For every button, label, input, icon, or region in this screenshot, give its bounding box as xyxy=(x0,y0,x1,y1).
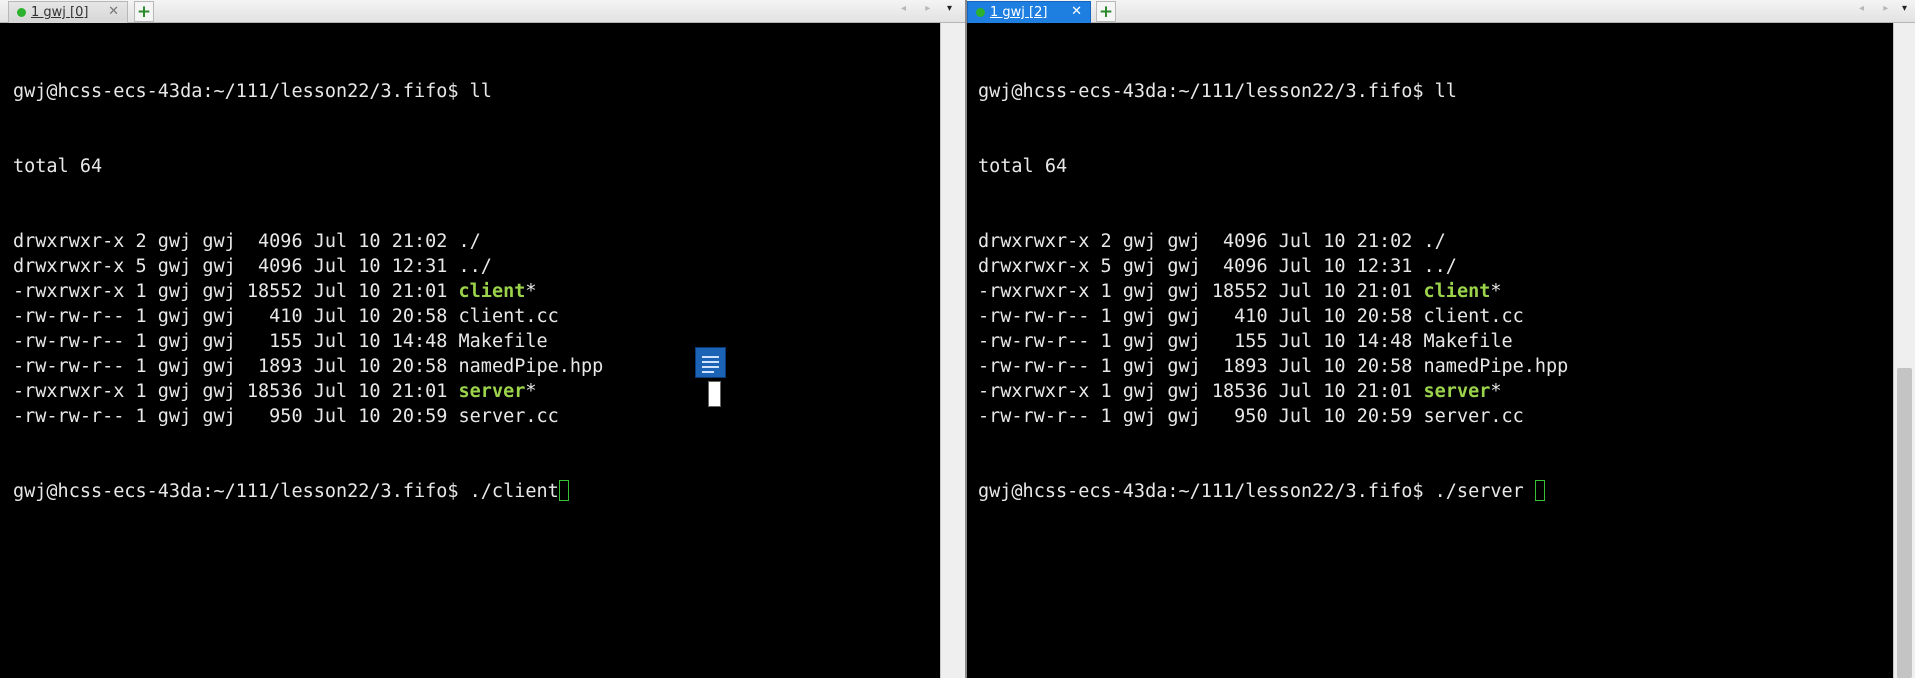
add-tab-button[interactable]: + xyxy=(1096,1,1116,22)
listing-row: -rw-rw-r-- 1 gwj gwj 950 Jul 10 20:59 se… xyxy=(13,404,940,429)
close-icon[interactable]: ✕ xyxy=(108,4,119,19)
right-tab-bar: 1 gwj [2] ✕ + ◂ ▸ ▾ xyxy=(967,0,1915,23)
session-status-dot-icon xyxy=(17,8,26,17)
file-attributes: -rw-rw-r-- 1 gwj gwj 155 Jul 10 14:48 xyxy=(978,331,1424,352)
file-listing: drwxrwxr-x 2 gwj gwj 4096 Jul 10 21:02 .… xyxy=(978,229,1895,429)
command-text: ll xyxy=(1434,81,1457,102)
file-name: server.cc xyxy=(1423,406,1524,427)
file-attributes: -rw-rw-r-- 1 gwj gwj 410 Jul 10 20:58 xyxy=(13,306,459,327)
executable-marker: * xyxy=(525,281,537,302)
executable-marker: * xyxy=(525,381,537,402)
listing-row: -rwxrwxr-x 1 gwj gwj 18552 Jul 10 21:01 … xyxy=(978,279,1895,304)
executable-marker: * xyxy=(1490,381,1502,402)
tab-scroll-arrows-icon[interactable]: ◂ ▸ xyxy=(901,3,938,14)
file-attributes: -rwxrwxr-x 1 gwj gwj 18552 Jul 10 21:01 xyxy=(13,281,459,302)
file-name: ../ xyxy=(1423,256,1457,277)
file-name: ./ xyxy=(458,231,481,252)
file-name: server xyxy=(458,381,526,402)
file-listing: drwxrwxr-x 2 gwj gwj 4096 Jul 10 21:02 .… xyxy=(13,229,940,429)
listing-row: -rw-rw-r-- 1 gwj gwj 950 Jul 10 20:59 se… xyxy=(978,404,1895,429)
file-name: server.cc xyxy=(458,406,559,427)
vertical-scrollbar[interactable] xyxy=(1893,23,1915,678)
command-text: ll xyxy=(469,81,492,102)
file-name: Makefile xyxy=(1423,331,1513,352)
file-attributes: -rw-rw-r-- 1 gwj gwj 410 Jul 10 20:58 xyxy=(978,306,1424,327)
tab-menu-icon[interactable]: ▾ xyxy=(947,3,952,14)
file-attributes: -rw-rw-r-- 1 gwj gwj 155 Jul 10 14:48 xyxy=(13,331,459,352)
file-attributes: drwxrwxr-x 5 gwj gwj 4096 Jul 10 12:31 xyxy=(13,256,459,277)
file-attributes: -rwxrwxr-x 1 gwj gwj 18536 Jul 10 21:01 xyxy=(13,381,459,402)
left-tab-bar: 1 gwj [0] ✕ + ◂ ▸ ▾ xyxy=(0,0,965,23)
file-attributes: -rwxrwxr-x 1 gwj gwj 18536 Jul 10 21:01 xyxy=(978,381,1424,402)
tab-session-2[interactable]: 1 gwj [2] ✕ xyxy=(967,1,1091,23)
listing-row: -rw-rw-r-- 1 gwj gwj 410 Jul 10 20:58 cl… xyxy=(13,304,940,329)
file-name: namedPipe.hpp xyxy=(458,356,604,377)
file-name: ../ xyxy=(458,256,492,277)
tab-session-0[interactable]: 1 gwj [0] ✕ xyxy=(8,1,128,23)
file-name: client.cc xyxy=(458,306,559,327)
prompt: gwj@hcss-ecs-43da:~/111/lesson22/3.fifo$ xyxy=(13,481,470,502)
file-attributes: drwxrwxr-x 2 gwj gwj 4096 Jul 10 21:02 xyxy=(13,231,459,252)
listing-row: -rw-rw-r-- 1 gwj gwj 155 Jul 10 14:48 Ma… xyxy=(978,329,1895,354)
close-icon[interactable]: ✕ xyxy=(1071,4,1082,19)
file-name: client xyxy=(458,281,526,302)
prompt-line: gwj@hcss-ecs-43da:~/111/lesson22/3.fifo$… xyxy=(13,479,940,504)
text-cursor xyxy=(1534,480,1545,501)
right-terminal-pane: 1 gwj [2] ✕ + ◂ ▸ ▾ gwj@hcss-ecs-43da:~/… xyxy=(965,0,1915,678)
prompt-line: gwj@hcss-ecs-43da:~/111/lesson22/3.fifo$… xyxy=(978,79,1895,104)
file-attributes: -rwxrwxr-x 1 gwj gwj 18552 Jul 10 21:01 xyxy=(978,281,1424,302)
file-name: client xyxy=(1423,281,1491,302)
listing-row: drwxrwxr-x 2 gwj gwj 4096 Jul 10 21:02 .… xyxy=(13,229,940,254)
file-name: namedPipe.hpp xyxy=(1423,356,1569,377)
listing-row: -rw-rw-r-- 1 gwj gwj 410 Jul 10 20:58 cl… xyxy=(978,304,1895,329)
file-attributes: drwxrwxr-x 5 gwj gwj 4096 Jul 10 12:31 xyxy=(978,256,1424,277)
file-attributes: -rw-rw-r-- 1 gwj gwj 1893 Jul 10 20:58 xyxy=(13,356,459,377)
file-attributes: drwxrwxr-x 2 gwj gwj 4096 Jul 10 21:02 xyxy=(978,231,1424,252)
tab-label: 1 gwj [2] xyxy=(990,5,1048,20)
prompt-line: gwj@hcss-ecs-43da:~/111/lesson22/3.fifo$… xyxy=(13,79,940,104)
add-tab-button[interactable]: + xyxy=(134,1,154,22)
listing-row: -rw-rw-r-- 1 gwj gwj 155 Jul 10 14:48 Ma… xyxy=(13,329,940,354)
listing-row: -rwxrwxr-x 1 gwj gwj 18552 Jul 10 21:01 … xyxy=(13,279,940,304)
listing-row: -rw-rw-r-- 1 gwj gwj 1893 Jul 10 20:58 n… xyxy=(13,354,940,379)
listing-row: drwxrwxr-x 2 gwj gwj 4096 Jul 10 21:02 .… xyxy=(978,229,1895,254)
scrollbar-thumb[interactable] xyxy=(1897,368,1912,678)
listing-row: -rw-rw-r-- 1 gwj gwj 1893 Jul 10 20:58 n… xyxy=(978,354,1895,379)
document-icon xyxy=(695,347,726,378)
prompt-line: gwj@hcss-ecs-43da:~/111/lesson22/3.fifo$… xyxy=(978,479,1895,504)
total-line: total 64 xyxy=(13,156,103,177)
prompt: gwj@hcss-ecs-43da:~/111/lesson22/3.fifo$ xyxy=(978,81,1435,102)
tab-menu-icon[interactable]: ▾ xyxy=(1902,3,1907,14)
file-name: Makefile xyxy=(458,331,548,352)
terminal-output[interactable]: gwj@hcss-ecs-43da:~/111/lesson22/3.fifo$… xyxy=(967,23,1895,678)
file-name: client.cc xyxy=(1423,306,1524,327)
command-text: ./server xyxy=(1434,481,1535,502)
command-text: ./client xyxy=(469,481,559,502)
terminal-output[interactable]: gwj@hcss-ecs-43da:~/111/lesson22/3.fifo$… xyxy=(0,23,940,678)
file-attributes: -rw-rw-r-- 1 gwj gwj 950 Jul 10 20:59 xyxy=(13,406,459,427)
left-terminal-pane: 1 gwj [0] ✕ + ◂ ▸ ▾ gwj@hcss-ecs-43da:~/… xyxy=(0,0,965,678)
prompt: gwj@hcss-ecs-43da:~/111/lesson22/3.fifo$ xyxy=(13,81,470,102)
tab-label: 1 gwj [0] xyxy=(31,5,89,20)
file-attributes: -rw-rw-r-- 1 gwj gwj 1893 Jul 10 20:58 xyxy=(978,356,1424,377)
file-attributes: -rw-rw-r-- 1 gwj gwj 950 Jul 10 20:59 xyxy=(978,406,1424,427)
drag-handle-icon xyxy=(708,381,721,407)
tab-scroll-arrows-icon[interactable]: ◂ ▸ xyxy=(1859,3,1896,14)
listing-row: drwxrwxr-x 5 gwj gwj 4096 Jul 10 12:31 .… xyxy=(978,254,1895,279)
vertical-scrollbar[interactable] xyxy=(940,23,965,678)
total-line: total 64 xyxy=(978,156,1068,177)
file-name: ./ xyxy=(1423,231,1446,252)
session-status-dot-icon xyxy=(976,8,985,17)
listing-row: -rwxrwxr-x 1 gwj gwj 18536 Jul 10 21:01 … xyxy=(978,379,1895,404)
prompt: gwj@hcss-ecs-43da:~/111/lesson22/3.fifo$ xyxy=(978,481,1435,502)
text-cursor xyxy=(558,480,569,501)
listing-row: -rwxrwxr-x 1 gwj gwj 18536 Jul 10 21:01 … xyxy=(13,379,940,404)
file-name: server xyxy=(1423,381,1491,402)
executable-marker: * xyxy=(1490,281,1502,302)
listing-row: drwxrwxr-x 5 gwj gwj 4096 Jul 10 12:31 .… xyxy=(13,254,940,279)
